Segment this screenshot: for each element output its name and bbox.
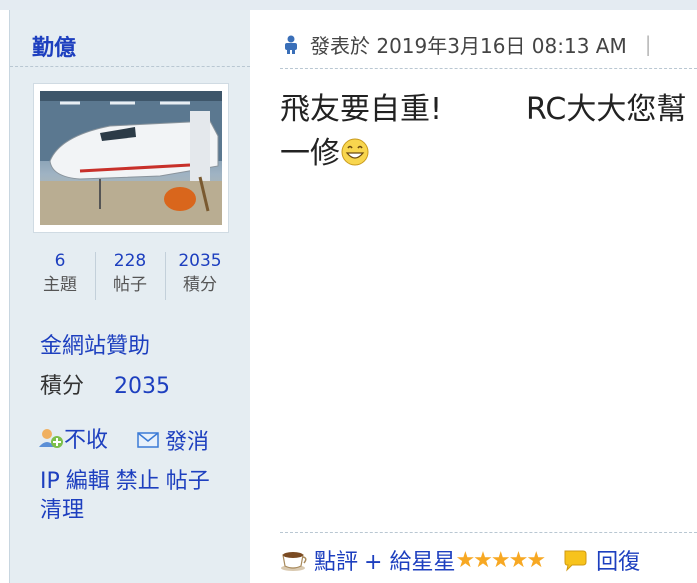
score-value: 2035 [114,374,171,399]
stat-points[interactable]: 2035 積分 [165,250,235,302]
top-frame-bar [0,0,697,10]
divider [10,66,250,67]
stat-points-label: 積分 [183,275,217,295]
sponsor-badge-link[interactable]: 金網站贊助 [40,328,150,360]
post-content: 飛友要自重! RC大大您幫 一修 [280,88,697,176]
avatar[interactable] [33,83,229,233]
give-stars-link[interactable]: + 給星星 [364,544,455,576]
content-text-1: 飛友要自重! [280,92,443,127]
reply-button[interactable]: 回復 [596,544,640,576]
add-friend-label: 不收 [64,428,109,453]
admin-link-cleanup[interactable]: 清理 [40,498,84,523]
content-text-2: 一修 [280,136,340,171]
header-separator: | [644,32,652,56]
send-message-label: 發消 [165,430,210,455]
stat-topics-label: 主題 [43,275,77,295]
stat-topics-value: 6 [54,251,66,271]
user-actions: 不收 發消 [38,422,231,456]
admin-link-edit[interactable]: 編輯 [66,469,110,494]
stat-topics[interactable]: 6 主題 [25,250,95,302]
rate-link[interactable]: 點評 [314,544,358,576]
divider [280,532,697,533]
stat-posts-value: 228 [113,251,147,271]
posted-prefix: 發表於 [310,33,370,58]
stat-posts-label: 帖子 [113,275,147,295]
post-footer: 點評 + 給星星 ★★★★★ 回復 [280,542,640,578]
user-stats: 6 主題 228 帖子 2035 積分 [10,250,250,302]
admin-link-ban[interactable]: 禁止 [116,469,160,494]
envelope-icon [137,432,159,448]
stat-posts[interactable]: 228 帖子 [95,250,165,302]
content-text-1b: RC大大您幫 [526,92,687,127]
add-friend-button[interactable]: 不收 [38,422,108,454]
user-sidebar: 勤億 6 主題 228 帖子 2035 積分 金網站贊助 積分 2035 不收 … [9,10,251,583]
content-line-1: 飛友要自重! RC大大您幫 [280,88,697,132]
avatar-image [40,91,222,225]
post-main: 發表於 2019年3月16日 08:13 AM | 飛友要自重! RC大大您幫 一修… [250,10,697,583]
posted-time: 2019年3月16日 08:13 AM [376,33,627,58]
online-user-icon [285,35,297,54]
post-header: 發表於 2019年3月16日 08:13 AM | [282,30,651,58]
content-line-2: 一修 [280,132,697,176]
rating-stars[interactable]: ★★★★★ [455,548,546,573]
grinning-face-icon [341,138,369,166]
coffee-cup-icon [281,552,307,571]
speech-bubble-icon [564,550,587,572]
airplane-hangar-illustration [40,91,222,225]
username-link[interactable]: 勤億 [32,30,76,62]
score-label: 積分 [40,374,85,399]
admin-links: IP 編輯 禁止 帖子 清理 [40,467,240,525]
add-friend-icon [39,429,63,448]
stat-points-value: 2035 [178,251,222,271]
divider [280,68,697,69]
score-row: 積分 2035 [40,368,170,400]
admin-link-posts[interactable]: 帖子 [166,469,210,494]
admin-link-ip[interactable]: IP [40,469,60,494]
send-message-button[interactable]: 發消 [137,424,209,456]
